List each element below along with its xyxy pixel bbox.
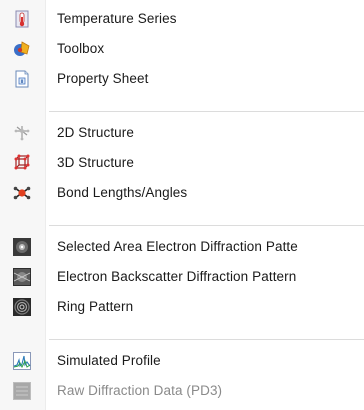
2d-structure-icon (14, 126, 30, 141)
menu-item-label: Electron Backscatter Diffraction Pattern (57, 269, 297, 284)
menu-item-label: Raw Diffraction Data (PD3) (57, 383, 223, 398)
menu-item-label: Simulated Profile (57, 353, 161, 368)
menu-separator (49, 225, 364, 226)
menu-item-label: Selected Area Electron Diffraction Patte (57, 239, 298, 254)
menu-item-label: Temperature Series (57, 11, 177, 26)
menu-item-label: Toolbox (57, 41, 105, 56)
menu-separator (49, 111, 364, 112)
menu-item-3d-structure[interactable]: 3D Structure (0, 148, 364, 178)
toolbox-icon (14, 41, 30, 56)
context-menu: Temperature Series Toolbox Property Shee… (0, 0, 364, 410)
menu-item-temperature-series[interactable]: Temperature Series (0, 4, 364, 34)
thermometer-icon (15, 10, 29, 28)
menu-item-label: 3D Structure (57, 155, 134, 170)
ebsd-pattern-icon (13, 268, 31, 286)
menu-item-label: Ring Pattern (57, 299, 134, 314)
menu-item-ring-pattern[interactable]: Ring Pattern (0, 292, 364, 322)
3d-structure-icon (14, 154, 30, 170)
menu-item-simulated-profile[interactable]: Simulated Profile (0, 346, 364, 376)
menu-item-selected-area-electron-diffraction[interactable]: Selected Area Electron Diffraction Patte (0, 232, 364, 262)
menu-item-property-sheet[interactable]: Property Sheet (0, 64, 364, 94)
menu-item-label: 2D Structure (57, 125, 134, 140)
menu-item-bond-lengths-angles[interactable]: Bond Lengths/Angles (0, 178, 364, 208)
saed-pattern-icon (13, 238, 31, 256)
menu-item-label: Bond Lengths/Angles (57, 185, 188, 200)
simulated-profile-icon (13, 352, 31, 370)
menu-separator (49, 339, 364, 340)
raw-diffraction-data-icon (13, 382, 31, 400)
ring-pattern-icon (13, 298, 31, 316)
menu-item-raw-diffraction-data: Raw Diffraction Data (PD3) (0, 376, 364, 406)
menu-item-electron-backscatter-diffraction[interactable]: Electron Backscatter Diffraction Pattern (0, 262, 364, 292)
menu-item-toolbox[interactable]: Toolbox (0, 34, 364, 64)
menu-item-label: Property Sheet (57, 71, 149, 86)
bond-lengths-icon (13, 186, 31, 200)
menu-item-2d-structure: 2D Structure (0, 118, 364, 148)
property-sheet-icon (15, 70, 29, 88)
